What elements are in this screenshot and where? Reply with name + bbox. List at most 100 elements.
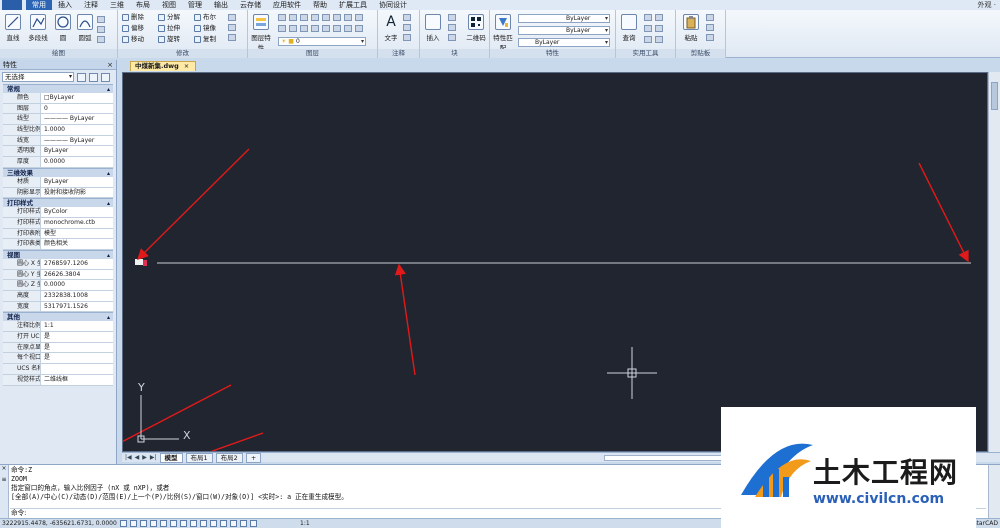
quick-props-toggle-icon[interactable]: [210, 520, 217, 527]
layer-tool-icon[interactable]: [278, 25, 286, 32]
layer-tool-icon[interactable]: [289, 25, 297, 32]
layer-tool-icon[interactable]: [311, 14, 319, 21]
cut-icon[interactable]: [706, 24, 714, 31]
menu-tab-view[interactable]: 视图: [156, 0, 182, 10]
stretch-button[interactable]: 拉伸: [158, 24, 180, 33]
drawing-canvas[interactable]: Y X: [122, 72, 988, 452]
layer-tool-icon[interactable]: [333, 14, 341, 21]
selection-dropdown[interactable]: 无选择: [2, 72, 74, 82]
property-value[interactable]: 颜色相关: [41, 239, 113, 249]
property-value[interactable]: 0.0000: [41, 280, 113, 290]
menu-tab-annotate[interactable]: 注释: [78, 0, 104, 10]
tab-layout2[interactable]: 布局2: [215, 452, 243, 463]
offset-button[interactable]: 偏移: [122, 24, 144, 33]
property-row[interactable]: 圆心 X 坐标2768597.1206: [3, 258, 113, 270]
rotate-button[interactable]: 旋转: [158, 35, 180, 44]
layer-tool-icon[interactable]: [344, 14, 352, 21]
property-row[interactable]: 圆心 Y 坐标26626.3804: [3, 269, 113, 281]
property-row[interactable]: 打印表附...模型: [3, 228, 113, 240]
utility-tool-icon[interactable]: [655, 36, 663, 43]
current-layer-dropdown[interactable]: ☀ ■ 0: [278, 37, 366, 46]
property-value[interactable]: 是: [41, 343, 113, 353]
menu-tab-help[interactable]: 帮助: [307, 0, 333, 10]
arc-tool[interactable]: 圆弧: [74, 14, 96, 42]
property-value[interactable]: 5317971.1526: [41, 302, 113, 312]
property-value[interactable]: [41, 364, 113, 374]
app-logo[interactable]: [2, 0, 22, 10]
property-section-header[interactable]: 三维效果: [3, 167, 113, 178]
settings-icon[interactable]: ≡: [0, 476, 8, 483]
property-row[interactable]: 阴影显示 投射和接收阴影: [3, 187, 113, 199]
appearance-menu[interactable]: 外观 ·: [978, 0, 996, 10]
utility-tool-icon[interactable]: [644, 14, 652, 21]
leader-icon[interactable]: [403, 24, 411, 31]
menu-tab-cloud[interactable]: 云存储: [234, 0, 267, 10]
scale-icon[interactable]: [228, 34, 236, 41]
query-button[interactable]: 查询: [618, 14, 640, 42]
polyline-tool[interactable]: 多段线: [26, 14, 50, 42]
selection-cycle-icon[interactable]: [220, 520, 227, 527]
property-value[interactable]: ByLayer: [41, 146, 113, 156]
property-row[interactable]: 视觉样式 二维线框: [3, 374, 113, 386]
utility-tool-icon[interactable]: [644, 36, 652, 43]
property-value[interactable]: □ByLayer: [41, 93, 113, 103]
property-row[interactable]: 透明度 ByLayer: [3, 146, 113, 158]
snap-toggle-icon[interactable]: [120, 520, 127, 527]
otrack-toggle-icon[interactable]: [170, 520, 177, 527]
mirror-button[interactable]: 镜像: [194, 24, 216, 33]
dimension-icon[interactable]: [403, 14, 411, 21]
property-section-header[interactable]: 视图: [3, 249, 113, 260]
property-row[interactable]: 厚度 0.0000: [3, 157, 113, 168]
property-row[interactable]: 打印样式表monochrome.ctb: [3, 217, 113, 229]
scrollbar-thumb[interactable]: [991, 82, 998, 110]
add-layout-tab[interactable]: +: [245, 452, 262, 463]
qr-code-button[interactable]: 二维码: [463, 14, 489, 42]
property-row[interactable]: 注释比例 1:1: [3, 321, 113, 333]
utility-tool-icon[interactable]: [655, 25, 663, 32]
menu-tab-home[interactable]: 常用: [26, 0, 52, 10]
pan-icon[interactable]: [230, 520, 237, 527]
layer-tool-icon[interactable]: [278, 14, 286, 21]
property-row[interactable]: UCS 名称: [3, 364, 113, 375]
ortho-toggle-icon[interactable]: [140, 520, 147, 527]
menu-tab-insert[interactable]: 插入: [52, 0, 78, 10]
layer-tool-icon[interactable]: [311, 25, 319, 32]
property-row[interactable]: 打开 UCS...是: [3, 332, 113, 343]
property-row[interactable]: 图层 0: [3, 103, 113, 115]
annotation-visibility-icon[interactable]: [250, 520, 257, 527]
annotation-scale[interactable]: 1:1: [300, 519, 310, 528]
menu-tab-output[interactable]: 输出: [208, 0, 234, 10]
menu-tab-apps[interactable]: 应用软件: [267, 0, 307, 10]
copy-clip-icon[interactable]: [706, 14, 714, 21]
layer-tool-icon[interactable]: [344, 25, 352, 32]
tab-model[interactable]: 模型: [159, 452, 183, 463]
horizontal-scrollbar[interactable]: [604, 454, 725, 461]
close-icon[interactable]: ×: [107, 60, 113, 70]
property-value[interactable]: 2768597.1206: [41, 259, 113, 269]
copy-button[interactable]: 复制: [194, 35, 216, 44]
property-value[interactable]: 是: [41, 353, 113, 363]
property-value[interactable]: 1.0000: [41, 125, 113, 135]
property-value[interactable]: 0.0000: [41, 157, 113, 167]
paste-button[interactable]: 粘贴: [680, 14, 702, 42]
property-row[interactable]: 高度 2332838.1008: [3, 291, 113, 302]
color-dropdown[interactable]: ByLayer: [518, 14, 610, 23]
layer-tool-icon[interactable]: [333, 25, 341, 32]
move-button[interactable]: 移动: [122, 35, 144, 44]
close-icon[interactable]: ×: [184, 62, 189, 70]
command-scrollbar[interactable]: [988, 465, 1000, 519]
toggle-pickadd-icon[interactable]: [77, 72, 86, 82]
property-value[interactable]: 二维线框: [41, 375, 113, 385]
property-row[interactable]: 宽度 5317971.1526: [3, 301, 113, 313]
layer-tool-icon[interactable]: [289, 14, 297, 21]
circle-tool[interactable]: 圆: [52, 14, 74, 42]
zoom-icon[interactable]: [240, 520, 247, 527]
ellipse-icon[interactable]: [97, 36, 105, 43]
model-toggle-icon[interactable]: [190, 520, 197, 527]
trim-icon[interactable]: [228, 24, 236, 31]
layer-tool-icon[interactable]: [322, 14, 330, 21]
property-row[interactable]: 打印表类型颜色相关: [3, 239, 113, 250]
line-tool[interactable]: 直线: [2, 14, 24, 42]
layer-tool-icon[interactable]: [355, 25, 363, 32]
insert-block-button[interactable]: 插入: [422, 14, 444, 42]
